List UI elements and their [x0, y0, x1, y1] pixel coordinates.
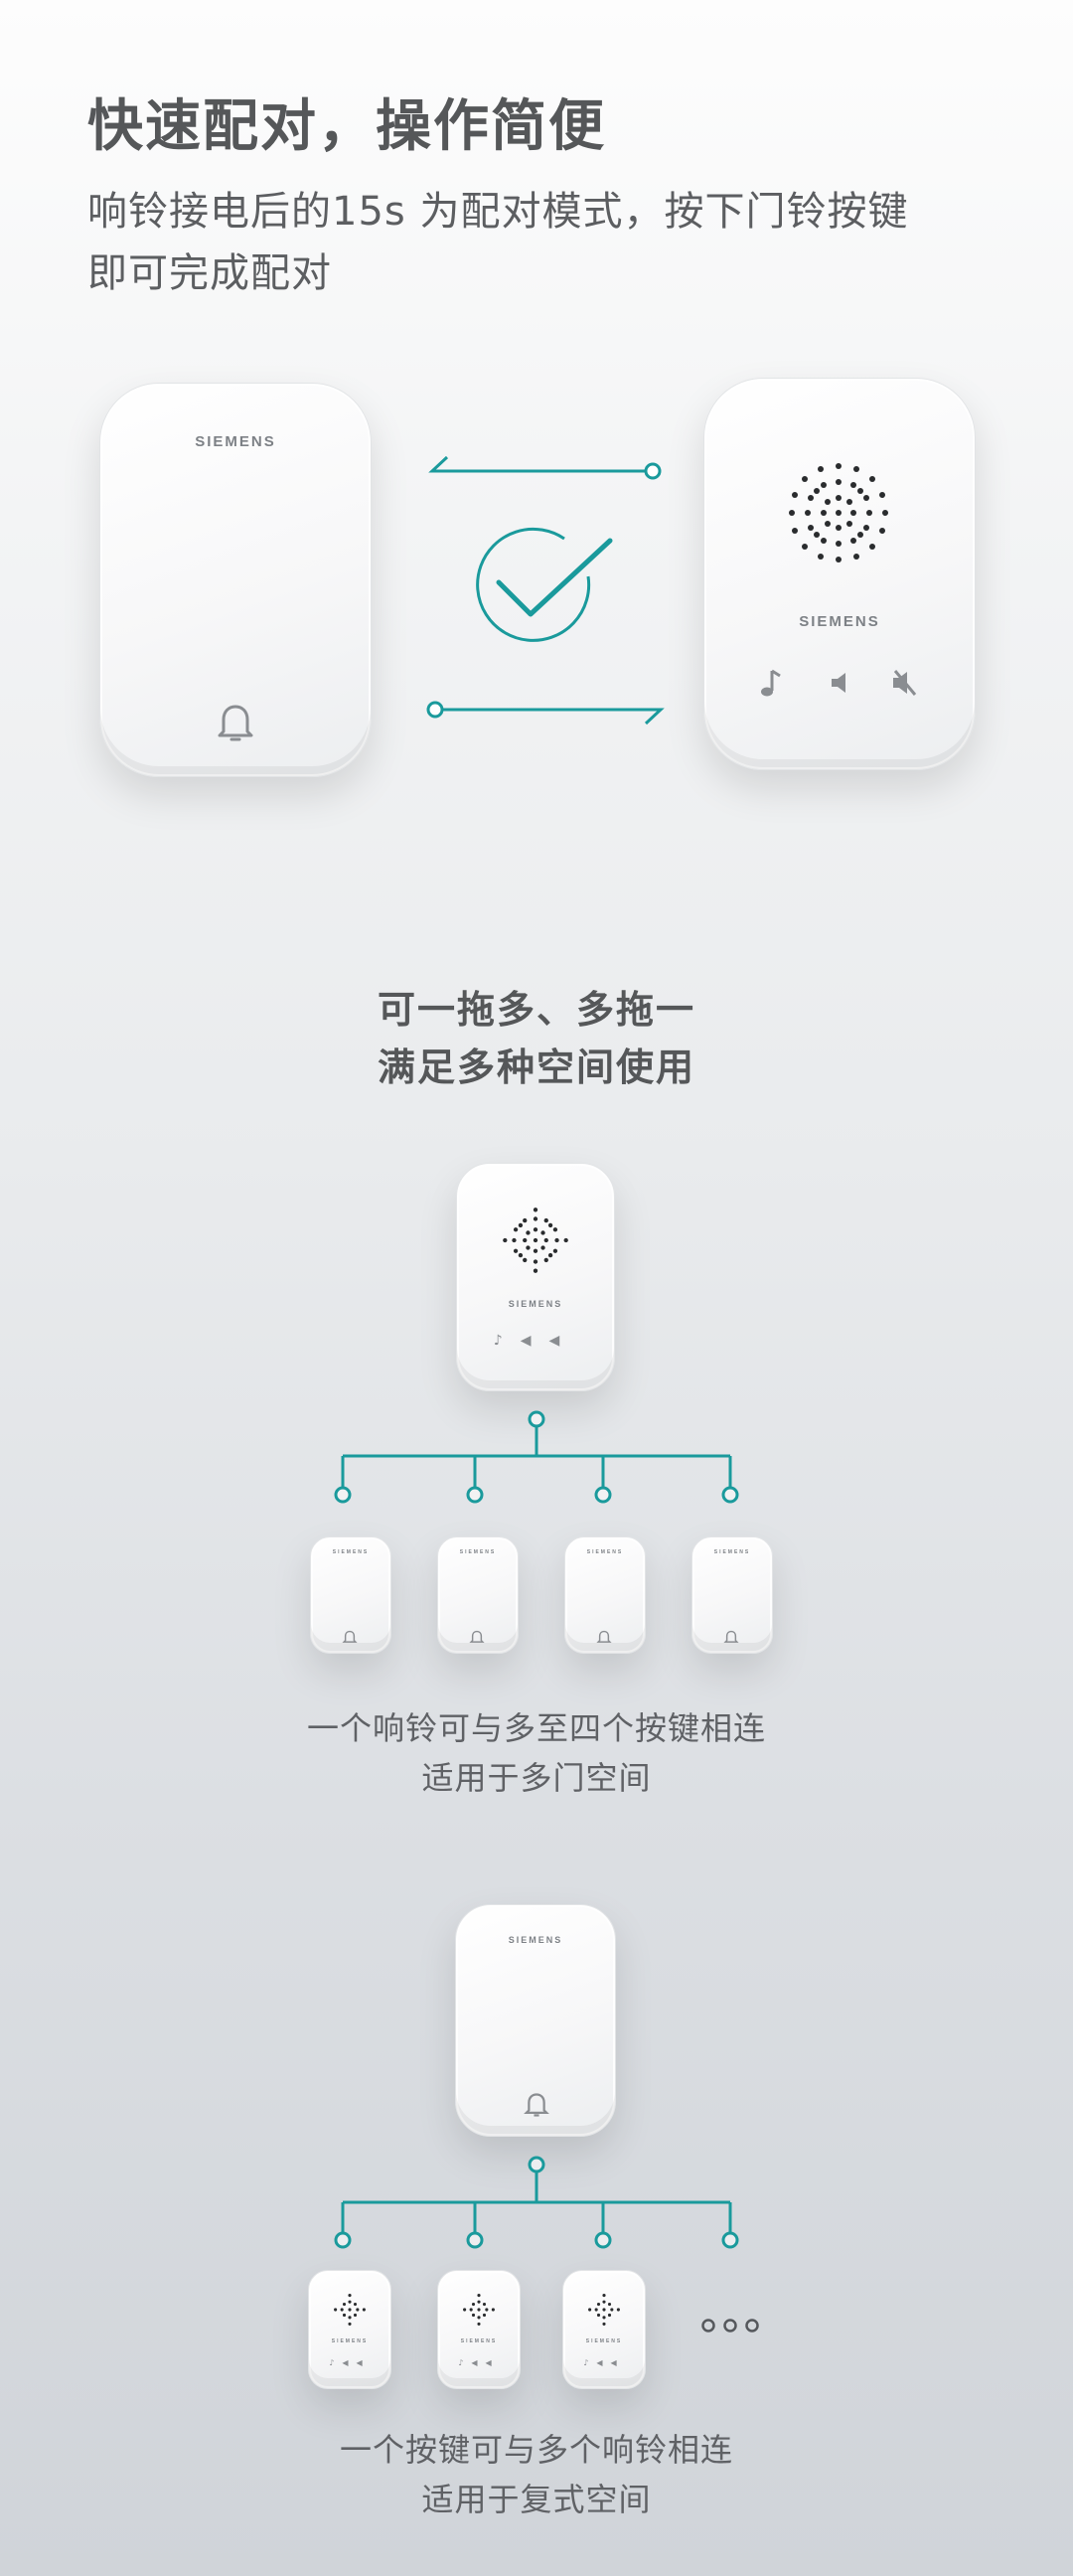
volume-icon [832, 673, 845, 693]
device-brand: SIEMENS [332, 1549, 370, 1555]
device-brand: SIEMENS [799, 613, 880, 630]
connector-lines-diagram-2 [334, 2156, 739, 2249]
speaker-grille-icon [588, 2294, 620, 2326]
music-note-icon [761, 669, 781, 697]
more-dots-icon [701, 2319, 759, 2333]
device-brand: SIEMENS [585, 2338, 623, 2344]
device-brand: SIEMENS [586, 1549, 624, 1555]
button-device-2: SIEMENS [437, 1536, 519, 1654]
bell-icon [218, 705, 253, 741]
button-device-1: SIEMENS [310, 1536, 391, 1654]
section-heading-line-1: 可一拖多、多拖一 [377, 988, 695, 1032]
check-circle-icon [476, 527, 613, 642]
receiver-controls: ♪◀◀ [583, 2358, 625, 2367]
speaker-grille-icon [503, 1208, 568, 1273]
caption-1-line-1: 一个响铃可与多至四个按键相连 [306, 1709, 766, 1747]
connector-lines-diagram-1 [334, 1410, 739, 1504]
receiver-controls: ♪◀◀ [329, 2358, 371, 2367]
receiver-controls: ♪◀◀ [493, 1333, 578, 1349]
bell-icon [524, 2093, 549, 2117]
mute-icon [893, 670, 917, 696]
device-brand: SIEMENS [713, 1549, 751, 1555]
bell-icon [469, 1630, 485, 1643]
section-heading-line-2: 满足多种空间使用 [377, 1046, 695, 1089]
receiver-device-diagram-1: SIEMENS ♪◀◀ [456, 1163, 615, 1391]
speaker-grille-icon [463, 2294, 495, 2326]
receiver-device-1: SIEMENS ♪◀◀ [308, 2270, 391, 2389]
speaker-grille-icon [789, 463, 888, 563]
receiver-device-3: SIEMENS ♪◀◀ [562, 2270, 646, 2389]
description-line-2: 即可完成配对 [87, 250, 332, 296]
device-brand: SIEMENS [195, 433, 276, 450]
button-device-3: SIEMENS [564, 1536, 646, 1654]
button-device-diagram-2: SIEMENS [455, 1904, 616, 2137]
speaker-grille-icon [334, 2294, 366, 2326]
bell-icon [596, 1630, 612, 1643]
description-line-1: 响铃接电后的15s 为配对模式，按下门铃按键 [87, 189, 909, 235]
device-brand: SIEMENS [459, 1549, 497, 1555]
receiver-device-2: SIEMENS ♪◀◀ [437, 2270, 521, 2389]
bell-icon [342, 1630, 358, 1643]
button-device-4: SIEMENS [691, 1536, 773, 1654]
device-brand: SIEMENS [508, 1935, 563, 1945]
receiver-controls: ♪◀◀ [458, 2358, 500, 2367]
doorbell-receiver-device: SIEMENS [703, 378, 976, 770]
bell-icon [723, 1630, 739, 1643]
page-title: 快速配对，操作简便 [87, 94, 606, 159]
caption-2-line-2: 适用于复式空间 [421, 2481, 652, 2518]
device-brand: SIEMENS [331, 2338, 369, 2344]
doorbell-button-device: SIEMENS [99, 383, 372, 777]
caption-1-line-2: 适用于多门空间 [421, 1759, 652, 1797]
caption-2-line-1: 一个按键可与多个响铃相连 [339, 2431, 733, 2469]
device-brand: SIEMENS [508, 1299, 563, 1309]
device-brand: SIEMENS [460, 2338, 498, 2344]
